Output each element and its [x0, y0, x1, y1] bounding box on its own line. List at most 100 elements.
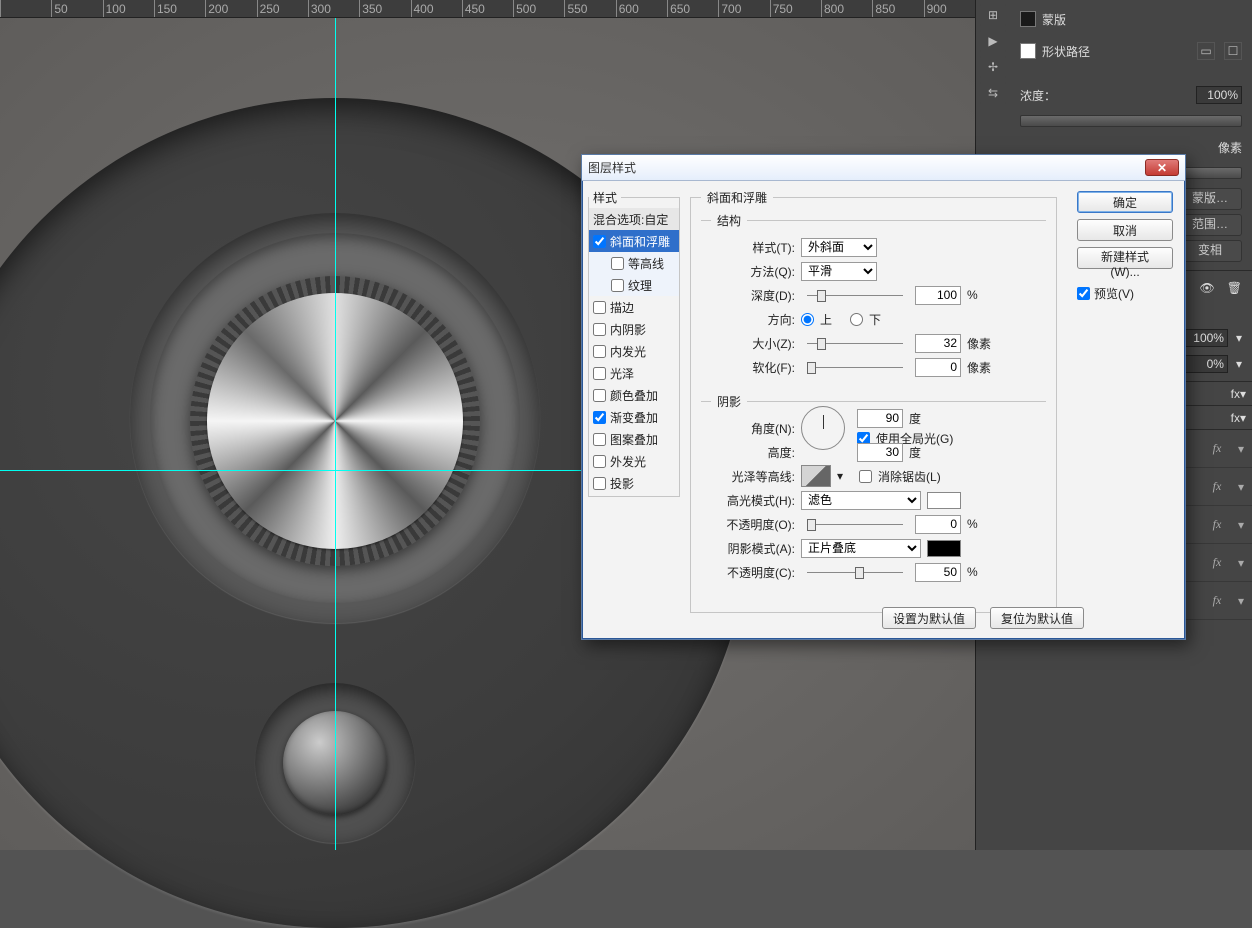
style-blend-options[interactable]: 混合选项:自定: [589, 208, 679, 230]
style-satin[interactable]: 光泽: [589, 362, 679, 384]
stroke-checkbox[interactable]: [593, 301, 606, 314]
swap-icon[interactable]: ⇆: [980, 82, 1006, 104]
shadow-mode-label: 阴影模式(A):: [711, 540, 795, 557]
select-mask-icon[interactable]: ☐: [1224, 42, 1242, 60]
chevron-down-icon[interactable]: ▾: [1238, 442, 1252, 456]
bevel-checkbox[interactable]: [593, 235, 606, 248]
new-style-button[interactable]: 新建样式(W)...: [1077, 247, 1173, 269]
innerglow-checkbox[interactable]: [593, 345, 606, 358]
direction-label: 方向:: [711, 311, 795, 328]
contour-caret-icon[interactable]: ▾: [837, 469, 843, 483]
direction-up-radio[interactable]: [801, 313, 814, 326]
fx-badge[interactable]: fx: [1206, 441, 1228, 456]
highlight-opacity-label: 不透明度(O):: [711, 516, 795, 533]
highlight-mode-select[interactable]: 滤色: [801, 491, 921, 510]
soften-slider[interactable]: [807, 364, 903, 370]
fill-caret-icon[interactable]: ▾: [1236, 357, 1242, 371]
style-gradient-overlay[interactable]: 渐变叠加: [589, 406, 679, 428]
gradoverlay-checkbox[interactable]: [593, 411, 606, 424]
highlight-color-well[interactable]: [927, 492, 961, 509]
chevron-down-icon[interactable]: ▾: [1238, 480, 1252, 494]
depth-input[interactable]: [915, 286, 961, 305]
make-default-button[interactable]: 设置为默认值: [882, 607, 976, 629]
style-inner-shadow[interactable]: 内阴影: [589, 318, 679, 340]
style-bevel-emboss[interactable]: 斜面和浮雕: [589, 230, 679, 252]
density-value[interactable]: 100%: [1196, 86, 1242, 104]
angle-dial[interactable]: [801, 406, 845, 450]
density-slider[interactable]: [1020, 115, 1242, 127]
trash-header-icon[interactable]: 🗑: [1227, 281, 1242, 295]
outerglow-checkbox[interactable]: [593, 455, 606, 468]
size-slider[interactable]: [807, 340, 903, 346]
chevron-down-icon[interactable]: ▾: [1240, 411, 1246, 425]
color-range-button[interactable]: 范围…: [1178, 214, 1242, 236]
technique-label: 方法(Q):: [711, 263, 795, 280]
mask-edge-button[interactable]: 蒙版…: [1178, 188, 1242, 210]
shadow-color-well[interactable]: [927, 540, 961, 557]
bevel-legend: 斜面和浮雕: [701, 189, 773, 206]
style-color-overlay[interactable]: 颜色叠加: [589, 384, 679, 406]
close-icon[interactable]: ✕: [1145, 159, 1179, 176]
opacity-caret-icon[interactable]: ▾: [1236, 331, 1242, 345]
chevron-down-icon[interactable]: ▾: [1238, 518, 1252, 532]
shadow-mode-select[interactable]: 正片叠底: [801, 539, 921, 558]
ok-button[interactable]: 确定: [1077, 191, 1173, 213]
depth-label: 深度(D):: [711, 287, 795, 304]
texture-checkbox[interactable]: [611, 279, 624, 292]
coloroverlay-checkbox[interactable]: [593, 389, 606, 402]
gloss-contour-label: 光泽等高线:: [711, 468, 795, 485]
highlight-opacity-input[interactable]: [915, 515, 961, 534]
guide-vertical[interactable]: [335, 18, 336, 850]
fx-badge[interactable]: fx: [1231, 387, 1240, 401]
layer-fill-value[interactable]: 0%: [1182, 355, 1228, 373]
fx-badge[interactable]: fx: [1206, 479, 1228, 494]
shadow-opacity-input[interactable]: [915, 563, 961, 582]
antialias-label: 消除锯齿(L): [878, 468, 941, 485]
fx-badge[interactable]: fx: [1206, 555, 1228, 570]
soften-unit: 像素: [967, 359, 991, 376]
eye-header-icon[interactable]: 👁: [1200, 281, 1215, 295]
style-contour[interactable]: 等高线: [589, 252, 679, 274]
angle-input[interactable]: [857, 409, 903, 428]
style-outer-glow[interactable]: 外发光: [589, 450, 679, 472]
innershadow-checkbox[interactable]: [593, 323, 606, 336]
brush-icon[interactable]: ✢: [980, 56, 1006, 78]
preview-checkbox[interactable]: [1077, 287, 1090, 300]
patternoverlay-checkbox[interactable]: [593, 433, 606, 446]
antialias-checkbox[interactable]: [859, 470, 872, 483]
bevel-technique-select[interactable]: 平滑: [801, 262, 877, 281]
fx-badge[interactable]: fx: [1206, 517, 1228, 532]
play-icon[interactable]: ▶: [980, 30, 1006, 52]
style-texture[interactable]: 纹理: [589, 274, 679, 296]
highlight-opacity-slider[interactable]: [807, 521, 903, 527]
style-inner-glow[interactable]: 内发光: [589, 340, 679, 362]
cancel-button[interactable]: 取消: [1077, 219, 1173, 241]
layer-opacity-value[interactable]: 100%: [1182, 329, 1228, 347]
style-stroke[interactable]: 描边: [589, 296, 679, 318]
chevron-down-icon[interactable]: ▾: [1238, 594, 1252, 608]
add-mask-icon[interactable]: ▭: [1197, 42, 1215, 60]
soften-input[interactable]: [915, 358, 961, 377]
invert-button[interactable]: 变相: [1178, 240, 1242, 262]
chevron-down-icon[interactable]: ▾: [1238, 556, 1252, 570]
reset-default-button[interactable]: 复位为默认值: [990, 607, 1084, 629]
style-drop-shadow[interactable]: 投影: [589, 472, 679, 494]
dropshadow-checkbox[interactable]: [593, 477, 606, 490]
dialog-titlebar[interactable]: 图层样式 ✕: [582, 155, 1185, 181]
dock-icon-a[interactable]: ⊞: [980, 4, 1006, 26]
px-unit: 像素: [1218, 139, 1242, 156]
bevel-style-select[interactable]: 外斜面: [801, 238, 877, 257]
fx-badge[interactable]: fx: [1231, 411, 1240, 425]
satin-checkbox[interactable]: [593, 367, 606, 380]
style-pattern-overlay[interactable]: 图案叠加: [589, 428, 679, 450]
size-input[interactable]: [915, 334, 961, 353]
contour-checkbox[interactable]: [611, 257, 624, 270]
depth-slider[interactable]: [807, 292, 903, 298]
chevron-down-icon[interactable]: ▾: [1240, 387, 1246, 401]
fx-badge[interactable]: fx: [1206, 593, 1228, 608]
direction-down-radio[interactable]: [850, 313, 863, 326]
shading-legend: 阴影: [711, 393, 747, 410]
altitude-input[interactable]: [857, 443, 903, 462]
gloss-contour-picker[interactable]: [801, 465, 831, 487]
shadow-opacity-slider[interactable]: [807, 569, 903, 575]
